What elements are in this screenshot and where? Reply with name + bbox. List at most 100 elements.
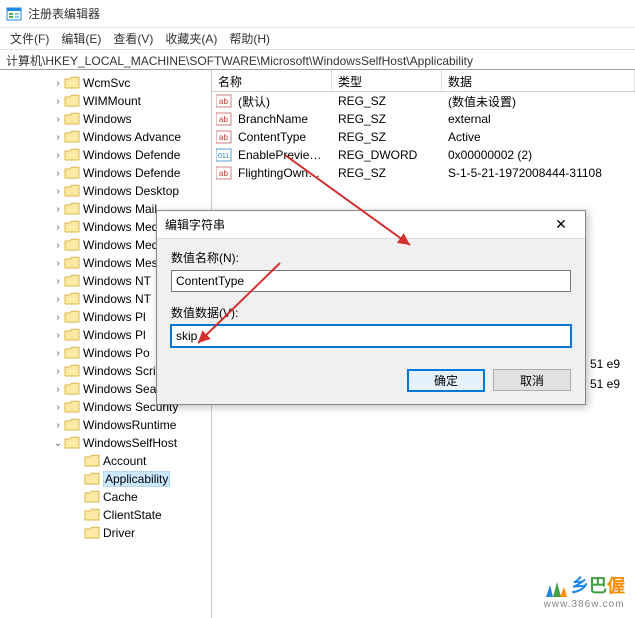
list-header[interactable]: 名称 类型 数据 [212,70,635,92]
menu-file[interactable]: 文件(F) [4,28,55,49]
expand-icon[interactable]: › [52,258,64,269]
expand-icon[interactable]: › [52,114,64,125]
value-name-field[interactable] [171,270,571,292]
expand-icon[interactable]: › [52,186,64,197]
tree-item[interactable]: ›WIMMount [0,92,211,110]
folder-icon [64,220,80,234]
tree-item-label: Windows Pl [83,310,146,324]
tree-item-label: Driver [103,526,135,540]
svg-text:011: 011 [218,153,229,160]
watermark-logo: 乡巴偓 www.386w.com [544,572,625,610]
tree-item[interactable]: › WcmSvc [0,74,211,92]
value-data-cell: S-1-5-21-1972008444-31108 [442,166,635,180]
tree-item[interactable]: Applicability [0,470,211,488]
expand-icon[interactable]: › [52,294,64,305]
tree-item-label: Windows Pl [83,328,146,342]
folder-icon [64,382,80,396]
folder-icon [64,112,80,126]
expand-icon[interactable]: › [52,312,64,323]
expand-icon[interactable]: › [52,78,64,89]
expand-icon[interactable]: › [52,420,64,431]
folder-icon [64,166,80,180]
value-name-cell: (默认) [232,93,332,110]
edit-string-dialog: 编辑字符串 ✕ 数值名称(N): 数值数据(V): 确定 取消 [156,210,586,405]
address-bar[interactable]: 计算机\HKEY_LOCAL_MACHINE\SOFTWARE\Microsof… [0,50,635,70]
cancel-button[interactable]: 取消 [493,369,571,391]
menu-view[interactable]: 查看(V) [107,28,159,49]
expand-icon[interactable]: › [52,222,64,233]
list-row[interactable]: abContentTypeREG_SZActive [212,128,635,146]
expand-icon[interactable]: › [52,240,64,251]
ok-button[interactable]: 确定 [407,369,485,392]
dialog-titlebar[interactable]: 编辑字符串 ✕ [157,211,585,239]
tree-item[interactable]: ⌄WindowsSelfHost [0,434,211,452]
tree-item-label: Windows Advance [83,130,181,144]
expand-icon[interactable]: › [52,348,64,359]
tree-item[interactable]: Cache [0,488,211,506]
close-icon[interactable]: ✕ [545,216,577,233]
tree-item[interactable]: Driver [0,524,211,542]
value-type-cell: REG_SZ [332,166,442,180]
tree-item[interactable]: › Windows Advance [0,128,211,146]
value-name-cell: EnablePreview... [232,148,332,162]
list-row[interactable]: abFlightingOwner...REG_SZS-1-5-21-197200… [212,164,635,182]
tree-item-label: WindowsRuntime [83,418,176,432]
dialog-buttons: 确定 取消 [407,369,571,392]
list-row[interactable]: 011EnablePreview...REG_DWORD0x00000002 (… [212,146,635,164]
tree-item[interactable]: Account [0,452,211,470]
window-title: 注册表编辑器 [28,5,100,22]
folder-icon [64,202,80,216]
expand-icon[interactable]: › [52,330,64,341]
expand-icon[interactable]: › [52,96,64,107]
expand-icon[interactable]: › [52,402,64,413]
expand-icon[interactable]: › [52,150,64,161]
tree-item-label: Windows Desktop [83,184,179,198]
expand-icon[interactable]: › [52,132,64,143]
tree-item-label: WcmSvc [83,76,130,90]
menu-help[interactable]: 帮助(H) [223,28,276,49]
folder-icon [64,310,80,324]
col-data[interactable]: 数据 [442,70,635,91]
folder-icon [64,76,80,90]
menu-edit[interactable]: 编辑(E) [55,28,107,49]
tree-item[interactable]: › WindowsRuntime [0,416,211,434]
tree-item-label: Windows Defende [83,148,180,162]
col-type[interactable]: 类型 [332,70,442,91]
value-type-cell: REG_SZ [332,94,442,108]
folder-icon [64,436,80,450]
value-data-field[interactable] [171,325,571,347]
folder-icon [84,454,100,468]
value-data-cell: 0x00000002 (2) [442,148,635,162]
tree-item[interactable]: ClientState [0,506,211,524]
folder-icon [64,400,80,414]
window-titlebar: 注册表编辑器 [0,0,635,28]
expand-icon[interactable]: › [52,276,64,287]
tree-item[interactable]: › Windows Defende [0,146,211,164]
expand-icon[interactable]: ⌄ [52,438,64,449]
watermark-char: 乡 [571,576,589,596]
tree-item-label: Windows NT [83,292,151,306]
col-name[interactable]: 名称 [212,70,332,91]
watermark-char: 偓 [607,576,625,596]
tree-item[interactable]: › Windows Desktop [0,182,211,200]
tree-item[interactable]: ›Windows Defende [0,164,211,182]
value-data-cell: Active [442,130,635,144]
expand-icon[interactable]: › [52,204,64,215]
expand-icon[interactable]: › [52,384,64,395]
folder-icon [84,508,100,522]
value-type-cell: REG_DWORD [332,148,442,162]
expand-icon[interactable]: › [52,168,64,179]
dialog-body: 数值名称(N): 数值数据(V): [157,239,585,369]
tree-item-label: Applicability [103,471,170,487]
list-row[interactable]: ab(默认)REG_SZ(数值未设置) [212,92,635,110]
value-type-icon: ab [216,94,232,108]
watermark-url: www.386w.com [544,599,625,610]
value-name-cell: BranchName [232,112,332,126]
list-row[interactable]: abBranchNameREG_SZexternal [212,110,635,128]
expand-icon[interactable]: › [52,366,64,377]
menu-favorites[interactable]: 收藏夹(A) [159,28,223,49]
tree-item[interactable]: ›Windows [0,110,211,128]
folder-icon [64,274,80,288]
dialog-title: 编辑字符串 [165,216,225,233]
peek-text: 51 e9 [590,357,620,371]
